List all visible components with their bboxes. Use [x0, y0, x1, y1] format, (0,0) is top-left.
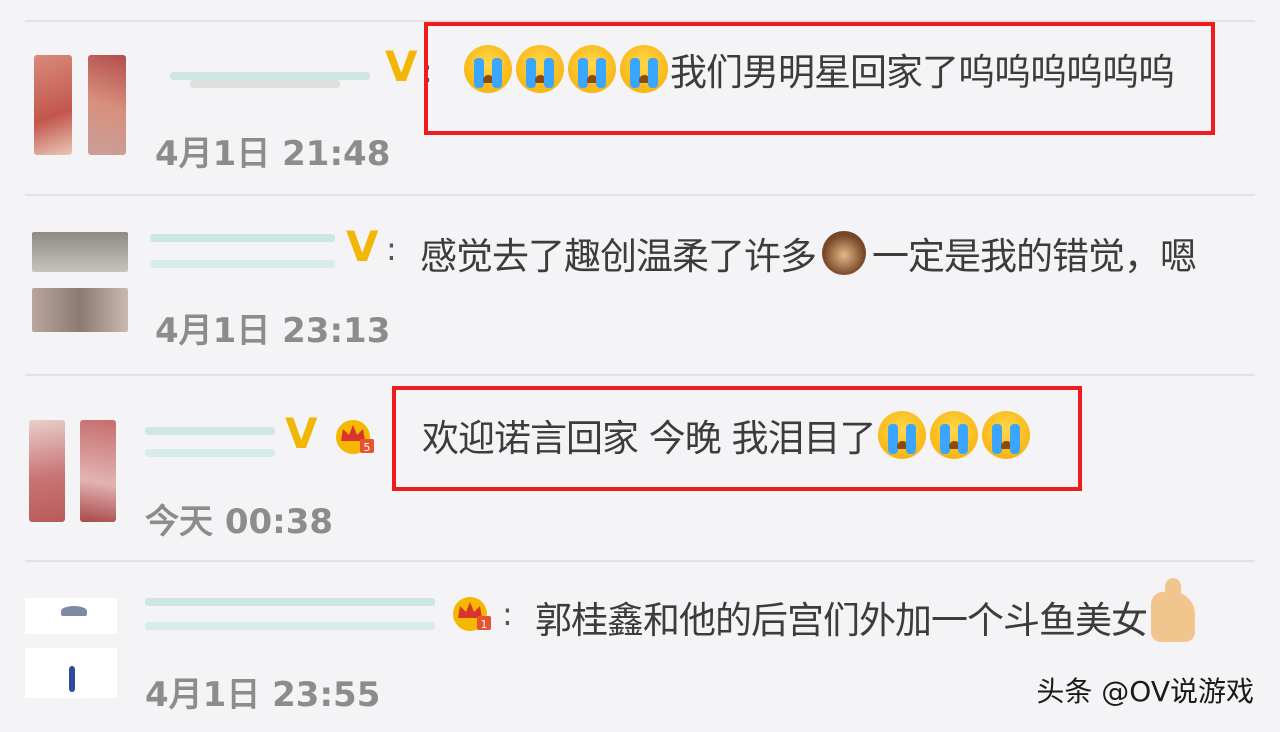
comment-body-continued: 一定是我的错觉，嗯 — [872, 235, 1197, 278]
username-blurred[interactable] — [150, 228, 340, 272]
verified-v-badge: V — [285, 409, 318, 458]
timestamp: 今天 00:38 — [145, 502, 334, 542]
colon: : — [386, 230, 397, 268]
username-blurred[interactable] — [145, 415, 285, 459]
avatar[interactable] — [30, 55, 130, 155]
watermark: 头条 @OV说游戏 — [1036, 675, 1254, 708]
svg-text:5: 5 — [364, 441, 371, 454]
avatar[interactable] — [25, 420, 120, 522]
divider — [25, 194, 1255, 196]
username-blurred[interactable] — [145, 588, 440, 632]
thumbs-up-icon — [1151, 578, 1195, 642]
timestamp: 4月1日 23:13 — [155, 311, 391, 351]
comment-body: 郭桂鑫和他的后宫们外加一个斗鱼美女 — [535, 599, 1148, 642]
verified-v-badge: V — [346, 222, 379, 271]
verified-v-badge: V — [385, 42, 418, 91]
highlight-box — [392, 386, 1082, 491]
comment-text: 感觉去了趣创温柔了许多 一定是我的错觉，嗯 — [420, 226, 1197, 280]
timestamp: 4月1日 21:48 — [155, 134, 391, 174]
comment-feed: V : 我们男明星回家了呜呜呜呜呜呜 4月1日 21:48 V : 感觉去了趣创… — [0, 0, 1280, 732]
svg-text:1: 1 — [481, 618, 488, 631]
timestamp: 4月1日 23:55 — [145, 675, 381, 715]
avatar[interactable] — [25, 598, 117, 698]
crown-level-icon: 1 — [453, 597, 491, 631]
avatar[interactable] — [32, 232, 128, 332]
crown-level-icon: 5 — [336, 420, 374, 454]
highlight-box — [424, 22, 1215, 135]
comment-body: 感觉去了趣创温柔了许多 — [420, 235, 817, 278]
colon: : — [502, 595, 513, 633]
see-no-evil-monkey-icon — [822, 231, 866, 275]
divider — [25, 560, 1255, 562]
divider — [25, 374, 1255, 376]
comment-text: 郭桂鑫和他的后宫们外加一个斗鱼美女 — [535, 578, 1195, 644]
username-blurred[interactable] — [160, 50, 380, 94]
